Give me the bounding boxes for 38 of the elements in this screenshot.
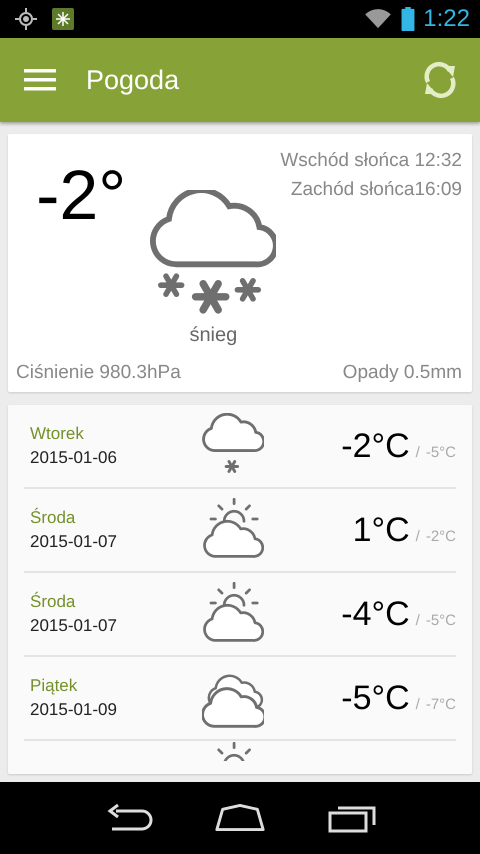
forecast-date: 2015-01-07 xyxy=(30,615,118,637)
forecast-row[interactable]: Wtorek 2015-01-06 -2°C / -5°C xyxy=(24,405,456,489)
wifi-icon xyxy=(363,8,394,30)
app-title: Pogoda xyxy=(86,64,180,96)
current-temperature: -2° xyxy=(35,155,128,236)
pressure-reading: Ciśnienie 980.3hPa xyxy=(16,362,181,384)
day-name: Wtorek xyxy=(30,423,85,445)
menu-icon xyxy=(24,69,56,91)
weather-condition: śnieg xyxy=(189,324,238,347)
high-temperature: -2°C xyxy=(341,426,410,466)
low-temperature: -5°C xyxy=(426,612,456,628)
temperature-separator: / xyxy=(416,444,420,460)
sunrise-time: Wschód słońca 12:32 xyxy=(280,149,462,173)
temperature-separator: / xyxy=(416,696,420,712)
location-icon xyxy=(14,7,38,31)
low-temperature: -7°C xyxy=(426,696,456,712)
forecast-row[interactable]: Piątek 2015-01-09 -5°C / -7°C xyxy=(24,657,456,741)
day-name: Środa xyxy=(30,590,76,613)
temperature-separator: / xyxy=(416,612,420,628)
day-name: Środa xyxy=(30,506,76,529)
battery-icon xyxy=(401,7,416,31)
forecast-date: 2015-01-09 xyxy=(30,699,118,721)
low-temperature: -5°C xyxy=(426,444,456,460)
clock-time: 1:22 xyxy=(423,5,470,33)
notification-icon xyxy=(52,8,74,30)
home-icon xyxy=(212,803,267,833)
forecast-date: 2015-01-07 xyxy=(30,531,118,553)
high-temperature: -5°C xyxy=(341,678,410,718)
low-temperature: -2°C xyxy=(426,528,456,544)
sunset-time: Zachód słońca16:09 xyxy=(290,178,462,202)
forecast-date: 2015-01-06 xyxy=(30,447,118,469)
forecast-row[interactable]: Środa 2015-01-07 1°C / -2°C xyxy=(24,489,456,573)
temperature-separator: / xyxy=(416,528,420,544)
precipitation-reading: Opady 0.5mm xyxy=(342,362,462,384)
high-temperature: -4°C xyxy=(341,594,410,634)
day-name: Piątek xyxy=(30,675,78,697)
high-temperature: 1°C xyxy=(352,510,410,550)
forecast-row[interactable]: Środa 2015-01-07 -4°C / -5°C xyxy=(24,573,456,657)
